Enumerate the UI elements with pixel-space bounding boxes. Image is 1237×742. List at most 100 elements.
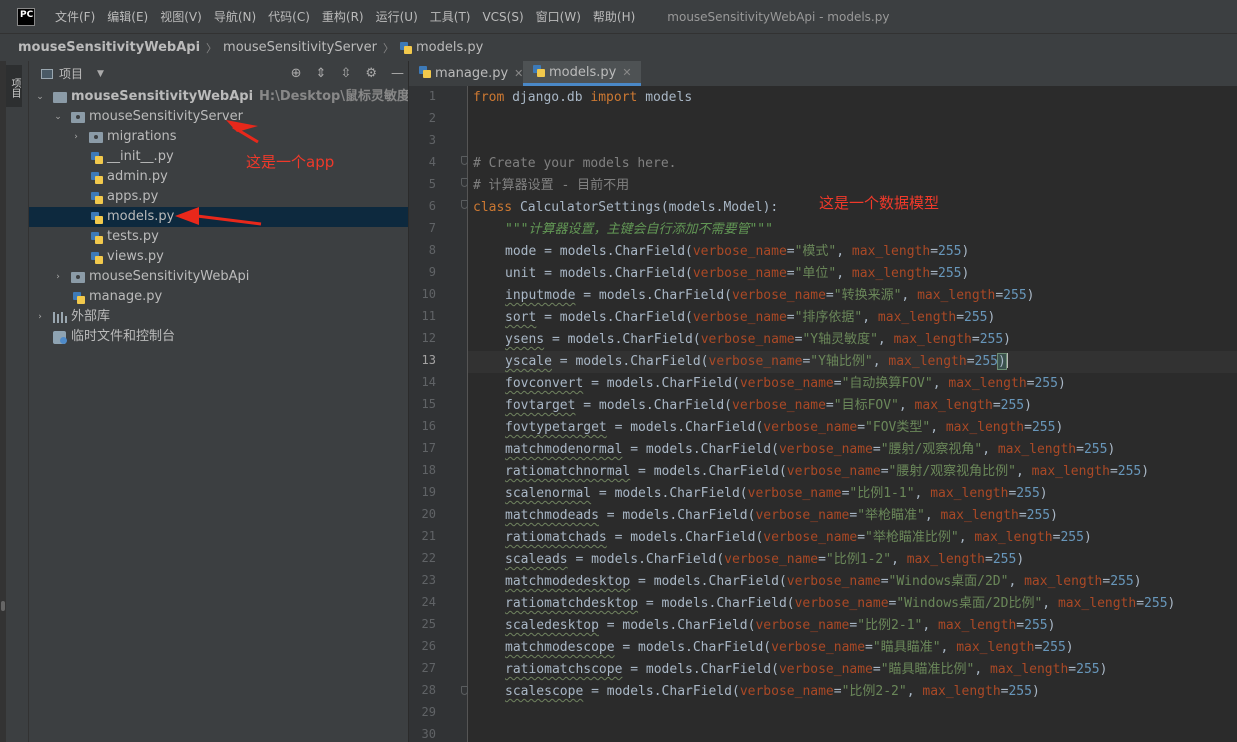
menu-window[interactable]: 窗口(W) [530, 8, 587, 25]
fold-marker-icon[interactable] [461, 200, 468, 209]
breadcrumb-file[interactable]: models.py [416, 40, 483, 55]
verbose-value: "举枪瞄准" [857, 508, 925, 523]
max-value: 255 [1110, 574, 1134, 589]
code-line-5: # 计算器设置 - 目前不用 [473, 178, 630, 193]
kw-max: max_length [945, 420, 1025, 435]
field-name: mode [505, 244, 537, 259]
call: = models.CharField( [583, 684, 740, 699]
call: = models.CharField( [536, 244, 693, 259]
kw-max: max_length [893, 332, 972, 347]
breadcrumb-package[interactable]: mouseSensitivityServer [223, 40, 377, 55]
kw-verbose: verbose_name [708, 354, 803, 369]
max-value: 255 [1144, 596, 1168, 611]
menu-edit[interactable]: 编辑(E) [101, 8, 154, 25]
line-number: 30 [421, 727, 436, 741]
verbose-value: "Y轴灵敏度" [802, 332, 878, 347]
code-line-12: ysens = models.CharField(verbose_name = "Y… [505, 329, 1011, 351]
editor-tab-bar: manage.py ✕ models.py ✕ [409, 61, 1237, 87]
drag-handle[interactable] [1, 601, 5, 611]
tab-manage[interactable]: manage.py ✕ [409, 61, 523, 86]
close-icon[interactable]: ✕ [622, 66, 631, 79]
eq: = [825, 398, 834, 413]
expand-all-icon[interactable]: ⇕ [316, 66, 327, 81]
menu-file[interactable]: 文件(F) [49, 8, 101, 25]
line-number: 16 [421, 419, 436, 433]
kw-max: max_length [948, 376, 1027, 391]
project-panel-title[interactable]: 项目 [59, 65, 83, 82]
menu-navigate[interactable]: 导航(N) [208, 8, 262, 25]
strip-edge [0, 61, 6, 742]
line-number: 11 [421, 309, 436, 323]
menu-help[interactable]: 帮助(H) [587, 8, 641, 25]
kw-verbose: verbose_name [786, 464, 881, 479]
tab-models[interactable]: models.py ✕ [523, 61, 641, 86]
close-paren: ) [1003, 332, 1011, 347]
sep: , [862, 310, 878, 325]
chevron-down-icon[interactable]: ▼ [97, 69, 104, 79]
verbose-value: "单位" [794, 266, 837, 281]
line-number: 19 [421, 485, 436, 499]
call: = models.CharField( [575, 288, 732, 303]
eq: = [818, 552, 826, 567]
breadcrumb-project[interactable]: mouseSensitivityWebApi [18, 40, 200, 55]
window-title: mouseSensitivityWebApi - models.py [667, 9, 890, 24]
verbose-value: "Windows桌面/2D" [888, 574, 1009, 589]
close-paren: ) [1107, 442, 1116, 457]
close-paren: ) [1133, 574, 1142, 589]
close-icon[interactable]: ✕ [514, 67, 523, 80]
python-file-icon [419, 66, 431, 78]
line-number: 17 [421, 441, 436, 455]
kw-verbose: verbose_name [700, 332, 795, 347]
verbose-value: "比例2-1" [857, 618, 923, 633]
close-paren: ) [1083, 530, 1092, 545]
menu-run[interactable]: 运行(U) [370, 8, 424, 25]
field-name: scalescope [505, 684, 584, 699]
kw-verbose: verbose_name [739, 376, 834, 391]
menu-view[interactable]: 视图(V) [154, 8, 208, 25]
eq: = [786, 266, 795, 281]
eq: = [930, 244, 939, 259]
call: = models.CharField( [622, 662, 779, 677]
fold-marker-icon[interactable] [461, 156, 468, 165]
fold-marker-icon[interactable] [461, 178, 468, 187]
menu-refactor[interactable]: 重构(R) [316, 8, 370, 25]
field-name: unit [505, 266, 537, 281]
sep: , [1008, 574, 1025, 589]
collapse-all-icon[interactable]: ⇳ [340, 66, 351, 81]
verbose-value: "模式" [794, 244, 837, 259]
close-paren: ) [1050, 508, 1058, 523]
menu-code[interactable]: 代码(C) [262, 8, 316, 25]
hide-panel-icon[interactable]: — [391, 66, 404, 81]
verbose-value: "排序依据" [794, 310, 863, 325]
locate-file-icon[interactable]: ⊕ [291, 66, 302, 81]
sep: , [922, 618, 939, 633]
field-name: fovtarget [505, 398, 576, 413]
kw-verbose: verbose_name [732, 398, 826, 413]
code-editor[interactable]: from django.db import models # Create yo… [468, 86, 1237, 742]
verbose-value: "比例1-2" [825, 552, 892, 567]
sep: , [836, 266, 852, 281]
line-number: 23 [421, 573, 436, 587]
kw-verbose: verbose_name [692, 266, 787, 281]
close-paren: ) [1141, 464, 1150, 479]
line-number: 27 [421, 661, 436, 675]
menu-tools[interactable]: 工具(T) [424, 8, 477, 25]
line-number: 15 [421, 397, 436, 411]
verbose-value: "腰射/观察视角" [880, 442, 983, 457]
kw-max: max_length [906, 552, 985, 567]
line-number: 10 [421, 287, 436, 301]
eq: = [966, 354, 975, 369]
kw-max: max_length [917, 288, 996, 303]
verbose-value: "比例2-2" [841, 684, 907, 699]
menu-vcs[interactable]: VCS(S) [476, 10, 529, 24]
kw-verbose: verbose_name [763, 420, 858, 435]
max-value: 255 [974, 354, 998, 369]
code-line-25: scaledesktop = models.CharField(verbose_… [505, 615, 1055, 637]
sep: , [877, 332, 894, 347]
line-number: 20 [421, 507, 436, 521]
eq: = [930, 266, 939, 281]
project-tool-tab[interactable]: 项目 [6, 65, 22, 107]
eq: = [992, 398, 1001, 413]
fold-marker-icon[interactable] [461, 686, 468, 695]
gear-icon[interactable]: ⚙ [365, 66, 377, 81]
